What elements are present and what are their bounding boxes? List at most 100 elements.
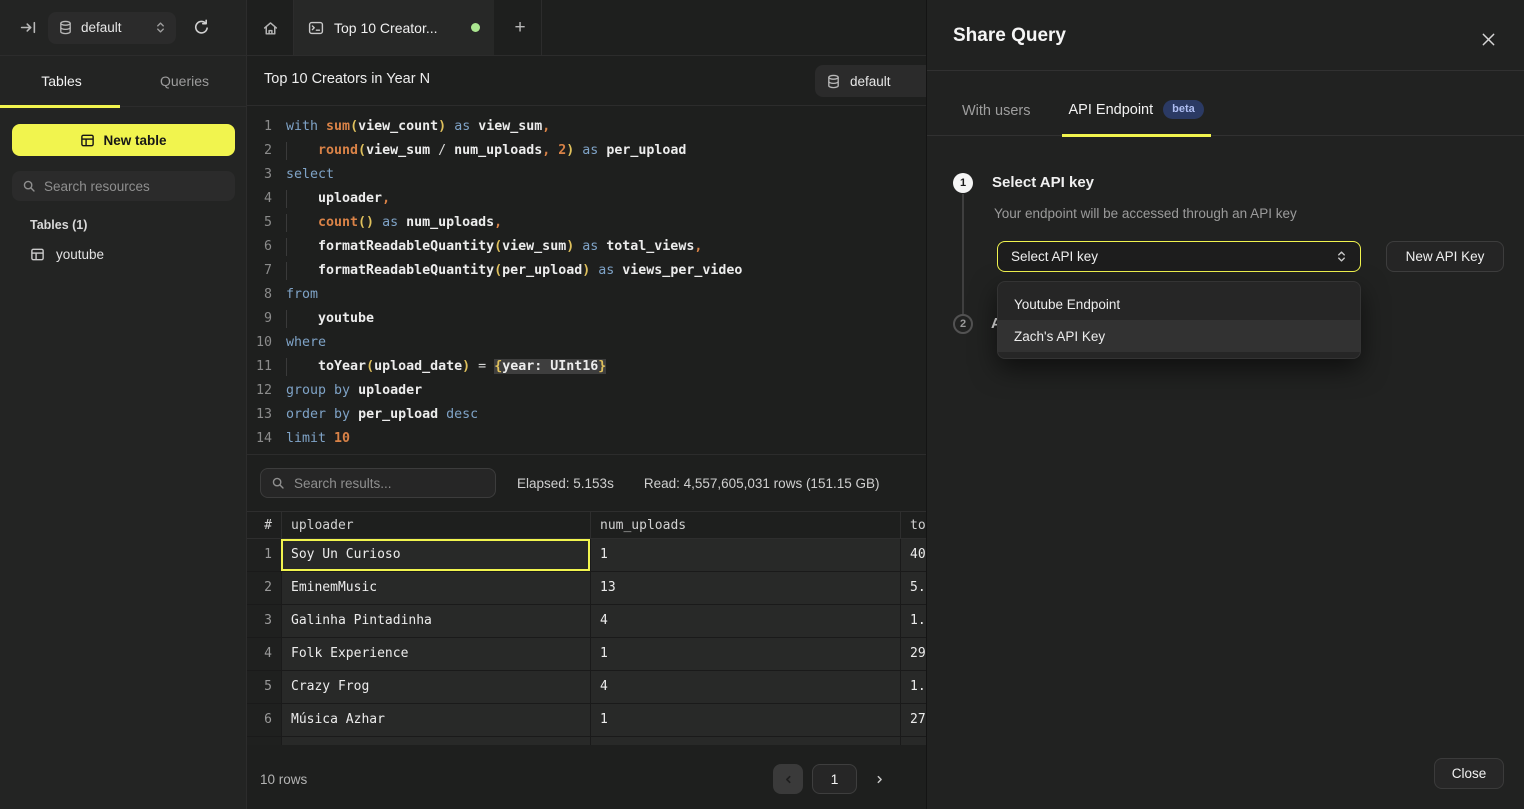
- cell-num-uploads[interactable]: 1: [590, 539, 900, 571]
- query-database-value: default: [850, 74, 891, 89]
- api-key-select[interactable]: Select API key: [997, 241, 1361, 272]
- database-selector-value: default: [81, 20, 147, 35]
- cell-uploader[interactable]: Crazy Frog: [281, 671, 590, 703]
- code-line-content: order by per_upload desc: [286, 403, 478, 427]
- sidebar-tab-queries-label: Queries: [160, 73, 209, 89]
- cell-uploader[interactable]: Folk Experience: [281, 638, 590, 670]
- api-key-option[interactable]: Youtube Endpoint: [998, 288, 1360, 320]
- step-2-indicator: 2: [953, 314, 973, 334]
- step-1-description: Your endpoint will be accessed through a…: [994, 206, 1297, 221]
- search-results-input[interactable]: Search results...: [260, 468, 496, 498]
- home-button[interactable]: [256, 14, 284, 42]
- line-number: 13: [247, 403, 272, 427]
- line-number: 4: [247, 187, 272, 211]
- line-number: 14: [247, 427, 272, 451]
- cell-uploader[interactable]: EminemMusic: [281, 572, 590, 604]
- code-line-content: toYear(upload_date) = {year: UInt16}: [286, 355, 606, 379]
- close-panel-button[interactable]: [1477, 28, 1499, 50]
- share-panel-title: Share Query: [953, 25, 1066, 47]
- sidebar-tab-tables[interactable]: Tables: [0, 56, 123, 106]
- line-number: 8: [247, 283, 272, 307]
- sidebar-tab-queries[interactable]: Queries: [123, 56, 246, 106]
- cell-num-uploads[interactable]: 13: [590, 572, 900, 604]
- refresh-icon: [193, 19, 210, 36]
- step-connector-line: [962, 194, 964, 314]
- app-window: default Tables Queries New table Search …: [0, 0, 1524, 809]
- column-header-num-uploads[interactable]: num_uploads: [590, 512, 900, 538]
- database-icon: [58, 20, 73, 35]
- table-grid-icon: [80, 133, 95, 148]
- cell-num-uploads[interactable]: 4: [590, 605, 900, 637]
- line-number: 9: [247, 307, 272, 331]
- cell-uploader[interactable]: Música Azhar: [281, 704, 590, 736]
- new-table-label: New table: [103, 133, 166, 148]
- close-button[interactable]: Close: [1434, 758, 1504, 789]
- row-index: 5: [247, 671, 281, 703]
- search-resources-input[interactable]: Search resources: [12, 171, 235, 201]
- code-line-content: from: [286, 283, 318, 307]
- api-key-option[interactable]: Zach's API Key: [998, 320, 1360, 352]
- cell-uploader[interactable]: [281, 737, 590, 745]
- tab-api-endpoint-label: API Endpoint: [1069, 102, 1154, 118]
- query-tab[interactable]: Top 10 Creator...: [294, 0, 494, 55]
- refresh-button[interactable]: [188, 15, 214, 41]
- elapsed-time: Elapsed: 5.153s: [517, 476, 614, 491]
- cell-num-uploads[interactable]: 4: [590, 671, 900, 703]
- tab-with-users[interactable]: With users: [962, 103, 1031, 135]
- sidebar-item-youtube-table[interactable]: youtube: [0, 239, 247, 269]
- topbar: default: [0, 0, 247, 56]
- chevron-left-icon: [782, 773, 795, 786]
- line-number: 11: [247, 355, 272, 379]
- collapse-sidebar-button[interactable]: [14, 14, 42, 42]
- chevron-updown-icon: [155, 21, 166, 34]
- line-number: 10: [247, 331, 272, 355]
- search-resources-placeholder: Search resources: [44, 179, 150, 194]
- database-selector[interactable]: default: [48, 12, 176, 44]
- api-key-dropdown-menu: Youtube EndpointZach's API Key: [997, 281, 1361, 359]
- previous-page-button[interactable]: [773, 764, 803, 794]
- step-1-indicator: 1: [953, 173, 973, 193]
- next-page-button[interactable]: [866, 764, 892, 794]
- line-number: 2: [247, 139, 272, 163]
- row-index: 6: [247, 704, 281, 736]
- step-1-title: Select API key: [992, 174, 1094, 191]
- pagination: 1: [773, 764, 892, 794]
- search-icon: [22, 179, 36, 193]
- code-line-content: group by uploader: [286, 379, 422, 403]
- search-icon: [271, 476, 285, 490]
- code-line-content: count() as num_uploads,: [286, 211, 502, 235]
- tab-api-endpoint[interactable]: API Endpoint beta: [1069, 100, 1204, 135]
- home-icon: [262, 20, 279, 37]
- share-query-panel: Share Query With users API Endpoint beta…: [926, 0, 1524, 809]
- new-table-button[interactable]: New table: [12, 124, 235, 156]
- line-number: 5: [247, 211, 272, 235]
- unsaved-changes-dot: [471, 23, 480, 32]
- line-number: 7: [247, 259, 272, 283]
- cell-uploader[interactable]: Soy Un Curioso: [281, 539, 590, 571]
- new-tab-button[interactable]: +: [505, 13, 535, 43]
- page-number-button[interactable]: 1: [812, 764, 857, 794]
- tabbar-divider: [541, 0, 542, 55]
- row-index: 1: [247, 539, 281, 571]
- sidebar-collapse-icon: [20, 19, 37, 36]
- sidebar: Tables Queries New table Search resource…: [0, 56, 247, 809]
- line-number: 1: [247, 115, 272, 139]
- cell-num-uploads[interactable]: [590, 737, 900, 745]
- column-header-uploader[interactable]: uploader: [281, 512, 590, 538]
- terminal-icon: [308, 20, 324, 36]
- cell-num-uploads[interactable]: 1: [590, 704, 900, 736]
- chevron-updown-icon: [1336, 250, 1347, 263]
- row-index: 2: [247, 572, 281, 604]
- cell-num-uploads[interactable]: 1: [590, 638, 900, 670]
- tab-with-users-label: With users: [962, 103, 1031, 119]
- new-api-key-button[interactable]: New API Key: [1386, 241, 1504, 272]
- code-line-content: formatReadableQuantity(view_sum) as tota…: [286, 235, 702, 259]
- chevron-right-icon: [873, 773, 886, 786]
- code-line-content: round(view_sum / num_uploads, 2) as per_…: [286, 139, 686, 163]
- beta-badge: beta: [1163, 100, 1204, 119]
- cell-uploader[interactable]: Galinha Pintadinha: [281, 605, 590, 637]
- line-number: 3: [247, 163, 272, 187]
- code-line-content: limit 10: [286, 427, 350, 451]
- database-icon: [826, 74, 841, 89]
- code-line-content: where: [286, 331, 326, 355]
